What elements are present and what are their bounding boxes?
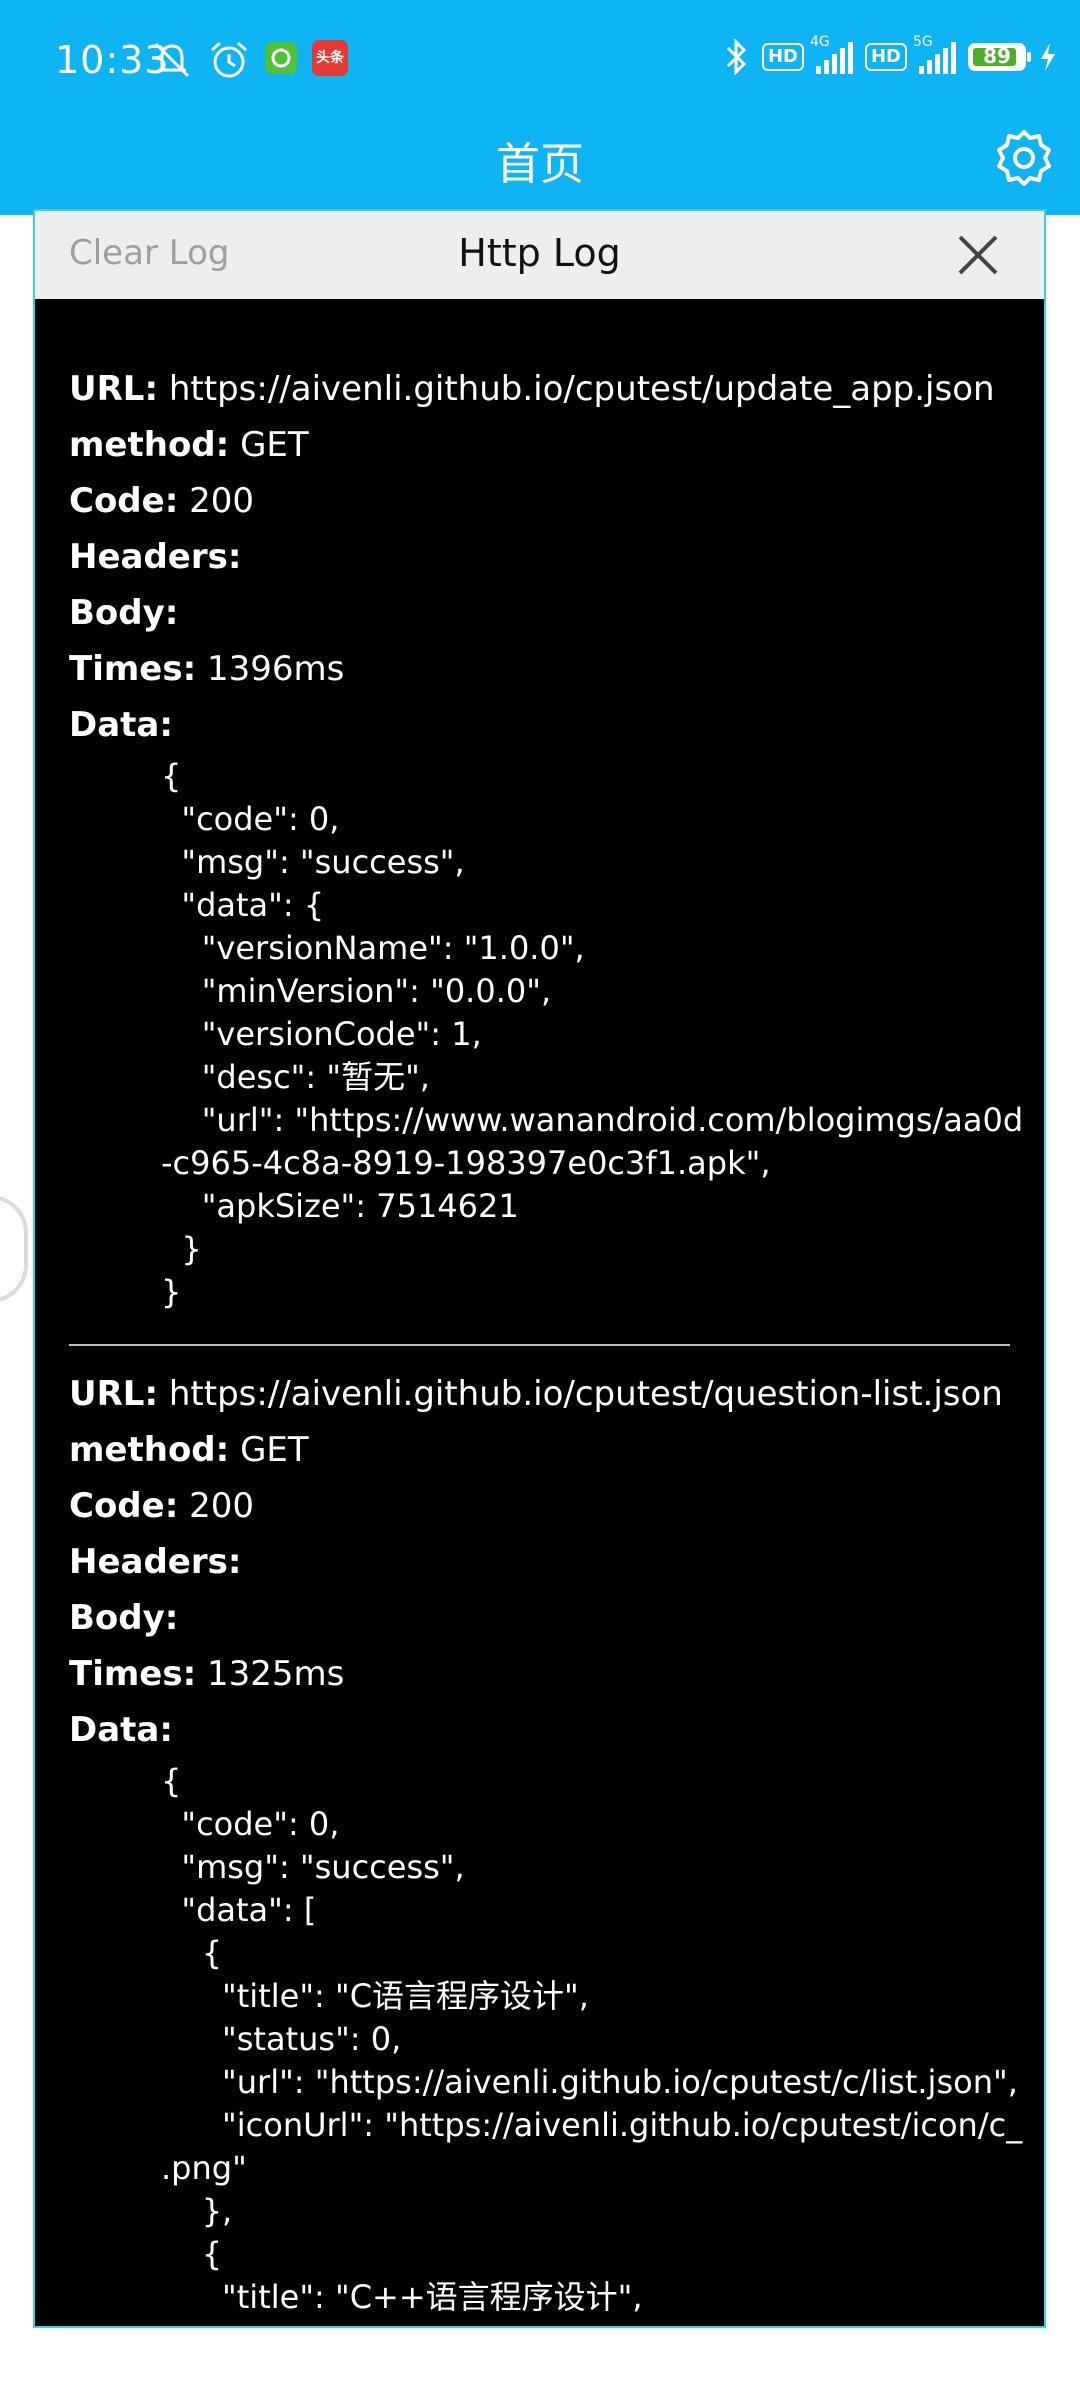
status-right-cluster: HD 4G HD 5G 89: [724, 34, 1058, 76]
log-code-row: Code: 200: [69, 1478, 1010, 1534]
log-data-row: Data:: [69, 1702, 1010, 1758]
code-label: Code:: [69, 1486, 179, 1526]
log-entry: URL: https://aivenli.github.io/cputest/u…: [35, 299, 1044, 1346]
log-body-row: Body:: [69, 585, 1010, 641]
times-label: Times:: [69, 1654, 197, 1694]
log-code: 200: [189, 481, 255, 521]
log-code: 200: [189, 1486, 255, 1526]
method-label: method:: [69, 425, 230, 465]
app-notify-icon: [265, 42, 297, 74]
times-label: Times:: [69, 649, 197, 689]
battery-level: 89: [983, 44, 1011, 68]
method-label: method:: [69, 1430, 230, 1470]
edge-swipe-handle: [0, 1195, 28, 1303]
page-title: 首页: [496, 139, 584, 190]
log-data-json: { "code": 0, "msg": "success", "data": {…: [161, 757, 1024, 1311]
log-code-row: Code: 200: [69, 473, 1010, 529]
log-entry: URL: https://aivenli.github.io/cputest/q…: [35, 1366, 1044, 2319]
close-icon[interactable]: [956, 233, 1000, 277]
body-label: Body:: [69, 593, 179, 633]
log-times: 1325ms: [206, 1654, 345, 1694]
data-label: Data:: [69, 1710, 173, 1750]
code-label: Code:: [69, 481, 179, 521]
hd-badge-2: HD: [864, 43, 907, 71]
body-label: Body:: [69, 1598, 179, 1638]
log-method: GET: [240, 1430, 309, 1470]
log-method-row: method: GET: [69, 1422, 1010, 1478]
data-label: Data:: [69, 705, 173, 745]
net-type-2: 5G: [913, 34, 933, 50]
log-url: https://aivenli.github.io/cputest/questi…: [168, 1374, 1003, 1414]
log-data-row: Data:: [69, 697, 1010, 753]
toutiao-icon: 头条: [312, 40, 348, 76]
headers-label: Headers:: [69, 537, 242, 577]
url-label: URL:: [69, 369, 159, 409]
toutiao-label: 头条: [316, 50, 344, 66]
log-times: 1396ms: [206, 649, 345, 689]
log-method: GET: [240, 425, 309, 465]
dialog-header: Clear Log Http Log: [35, 211, 1044, 299]
log-times-row: Times: 1396ms: [69, 641, 1010, 697]
signal-icon-2: 5G: [913, 34, 956, 74]
log-method-row: method: GET: [69, 417, 1010, 473]
battery-icon: 89: [968, 43, 1031, 71]
log-url-row: URL: https://aivenli.github.io/cputest/q…: [69, 1366, 1010, 1422]
url-label: URL:: [69, 1374, 159, 1414]
bluetooth-icon: [726, 38, 747, 76]
log-list[interactable]: URL: https://aivenli.github.io/cputest/u…: [35, 299, 1044, 2326]
log-url-row: URL: https://aivenli.github.io/cputest/u…: [69, 361, 1010, 417]
settings-gear-icon[interactable]: [994, 128, 1054, 188]
log-headers-row: Headers:: [69, 1534, 1010, 1590]
alarm-icon: [211, 41, 247, 78]
charging-icon: [1041, 43, 1055, 71]
log-divider: [69, 1344, 1010, 1346]
headers-label: Headers:: [69, 1542, 242, 1582]
log-data-json: { "code": 0, "msg": "success", "data": […: [161, 1762, 1023, 2316]
http-log-dialog: Clear Log Http Log URL: https://aivenli.…: [33, 209, 1046, 2328]
log-url: https://aivenli.github.io/cputest/update…: [168, 369, 995, 409]
log-headers-row: Headers:: [69, 529, 1010, 585]
hd-badge-1: HD: [761, 43, 804, 71]
status-bar: 10:33 头条 HD 4G HD 5G 89: [0, 0, 1080, 125]
signal-icon-1: 4G: [810, 34, 853, 74]
log-times-row: Times: 1325ms: [69, 1646, 1010, 1702]
net-type-1: 4G: [809, 34, 830, 50]
log-body-row: Body:: [69, 1590, 1010, 1646]
mute-icon: [154, 42, 190, 78]
dialog-title: Http Log: [458, 231, 621, 275]
app-header: 10:33 头条 HD 4G HD 5G 89 首页: [0, 0, 1080, 215]
